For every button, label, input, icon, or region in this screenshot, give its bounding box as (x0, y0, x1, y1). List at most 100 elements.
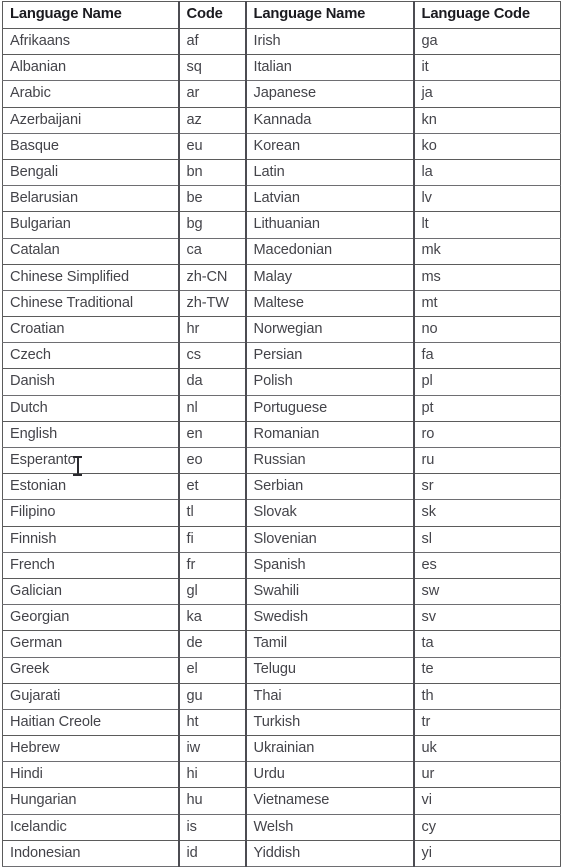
table-row: Czech cs Persian fa (2, 342, 561, 370)
cell-code_left: hi (177, 761, 246, 789)
cell-code_right: la (412, 158, 561, 187)
cell-name_left: Filipino (2, 499, 179, 527)
table-header: Language Name Code Language Name Languag… (2, 1, 561, 29)
cell-name_left: Galician (2, 577, 179, 606)
table-row: German de Tamil ta (2, 630, 561, 658)
cell-name_right: Macedonian (244, 237, 414, 265)
cell-name_left: Hebrew (2, 735, 179, 763)
cell-name_right: Latin (244, 158, 414, 187)
cell-code_left: cs (177, 342, 246, 370)
cell-code_left: gu (177, 682, 246, 710)
cell-code_left: da (177, 368, 246, 396)
column-header-code-left: Code (177, 1, 246, 29)
cell-name_left: Arabic (2, 80, 179, 108)
cell-code_right: ta (412, 630, 561, 658)
cell-code_right: mt (412, 289, 561, 318)
cell-name_left: Catalan (2, 237, 179, 265)
cell-name_right: Welsh (244, 813, 414, 841)
cell-code_right: te (412, 656, 561, 684)
document-page: Language Name Code Language Name Languag… (0, 0, 569, 867)
cell-name_left: Azerbaijani (2, 106, 179, 134)
cell-name_right: Irish (244, 27, 414, 56)
column-header-language-code-right: Language Code (412, 1, 561, 29)
table-row: Arabic ar Japanese ja (2, 80, 561, 108)
cell-code_right: mk (412, 237, 561, 265)
cell-code_right: lt (412, 211, 561, 239)
table-row: Bulgarian bg Lithuanian lt (2, 211, 561, 239)
cell-code_left: ka (177, 604, 246, 632)
cell-name_right: Maltese (244, 289, 414, 318)
cell-code_right: no (412, 316, 561, 344)
cell-code_left: gl (177, 577, 246, 606)
cell-code_right: yi (412, 839, 561, 867)
table-row: Croatian hr Norwegian no (2, 316, 561, 344)
cell-code_right: th (412, 682, 561, 710)
cell-name_left: Esperanto (2, 446, 179, 475)
cell-name_right: Italian (244, 54, 414, 82)
cell-name_left: Chinese Simplified (2, 263, 179, 291)
table-row: Finnish fi Slovenian sl (2, 525, 561, 553)
cell-code_right: kn (412, 106, 561, 134)
cell-code_left: az (177, 106, 246, 134)
table-row: Chinese Traditional zh-TW Maltese mt (2, 289, 561, 318)
table-row: Basque eu Korean ko (2, 132, 561, 160)
cell-code_left: id (177, 839, 246, 867)
table-row: Haitian Creole ht Turkish tr (2, 708, 561, 737)
cell-name_right: Persian (244, 342, 414, 370)
cell-code_left: fi (177, 525, 246, 553)
cell-name_left: Chinese Traditional (2, 289, 179, 318)
table-row: Dutch nl Portuguese pt (2, 394, 561, 422)
cell-code_left: et (177, 473, 246, 501)
cell-name_right: Russian (244, 446, 414, 475)
cell-code_right: sv (412, 604, 561, 632)
cell-code_right: ms (412, 263, 561, 291)
cell-name_right: Portuguese (244, 394, 414, 422)
table-row: Esperanto eo Russian ru (2, 446, 561, 475)
table-row: Hebrew iw Ukrainian uk (2, 735, 561, 763)
cell-name_right: Romanian (244, 420, 414, 449)
cell-name_left: Estonian (2, 473, 179, 501)
cell-name_left: Haitian Creole (2, 708, 179, 737)
table-row: Estonian et Serbian sr (2, 473, 561, 501)
cell-name_left: Georgian (2, 604, 179, 632)
cell-name_right: Slovenian (244, 525, 414, 553)
cell-name_left: Indonesian (2, 839, 179, 867)
cell-code_right: es (412, 551, 561, 579)
cell-name_right: Thai (244, 682, 414, 710)
cell-name_left: Gujarati (2, 682, 179, 710)
cell-name_right: Urdu (244, 761, 414, 789)
cell-code_left: nl (177, 394, 246, 422)
table-row: Bengali bn Latin la (2, 158, 561, 187)
cell-name_left: Dutch (2, 394, 179, 422)
cell-name_right: Norwegian (244, 316, 414, 344)
cell-name_right: Spanish (244, 551, 414, 579)
cell-name_left: Croatian (2, 316, 179, 344)
table-row: Icelandic is Welsh cy (2, 813, 561, 841)
cell-code_right: ru (412, 446, 561, 475)
cell-code_right: uk (412, 735, 561, 763)
cell-code_left: iw (177, 735, 246, 763)
cell-name_right: Serbian (244, 473, 414, 501)
table-row: Chinese Simplified zh-CN Malay ms (2, 263, 561, 291)
table-row: Gujarati gu Thai th (2, 682, 561, 710)
cell-code_right: ja (412, 80, 561, 108)
cell-name_left: Bengali (2, 158, 179, 187)
column-header-language-name-right: Language Name (244, 1, 414, 29)
cell-name_left: English (2, 420, 179, 449)
cell-code_right: sl (412, 525, 561, 553)
cell-name_left: Czech (2, 342, 179, 370)
table-row: Belarusian be Latvian lv (2, 185, 561, 213)
cell-code_left: zh-CN (177, 263, 246, 291)
cell-code_right: ro (412, 420, 561, 449)
cell-name_left: French (2, 551, 179, 579)
cell-name_right: Slovak (244, 499, 414, 527)
cell-name_left: Albanian (2, 54, 179, 82)
cell-code_left: af (177, 27, 246, 56)
cell-name_right: Latvian (244, 185, 414, 213)
table-row: Greek el Telugu te (2, 656, 561, 684)
cell-name_right: Polish (244, 368, 414, 396)
cell-code_left: zh-TW (177, 289, 246, 318)
cell-code_right: lv (412, 185, 561, 213)
cell-name_left: Greek (2, 656, 179, 684)
table-body: Afrikaans af Irish ga Albanian sq Italian it Ara… (2, 27, 561, 867)
